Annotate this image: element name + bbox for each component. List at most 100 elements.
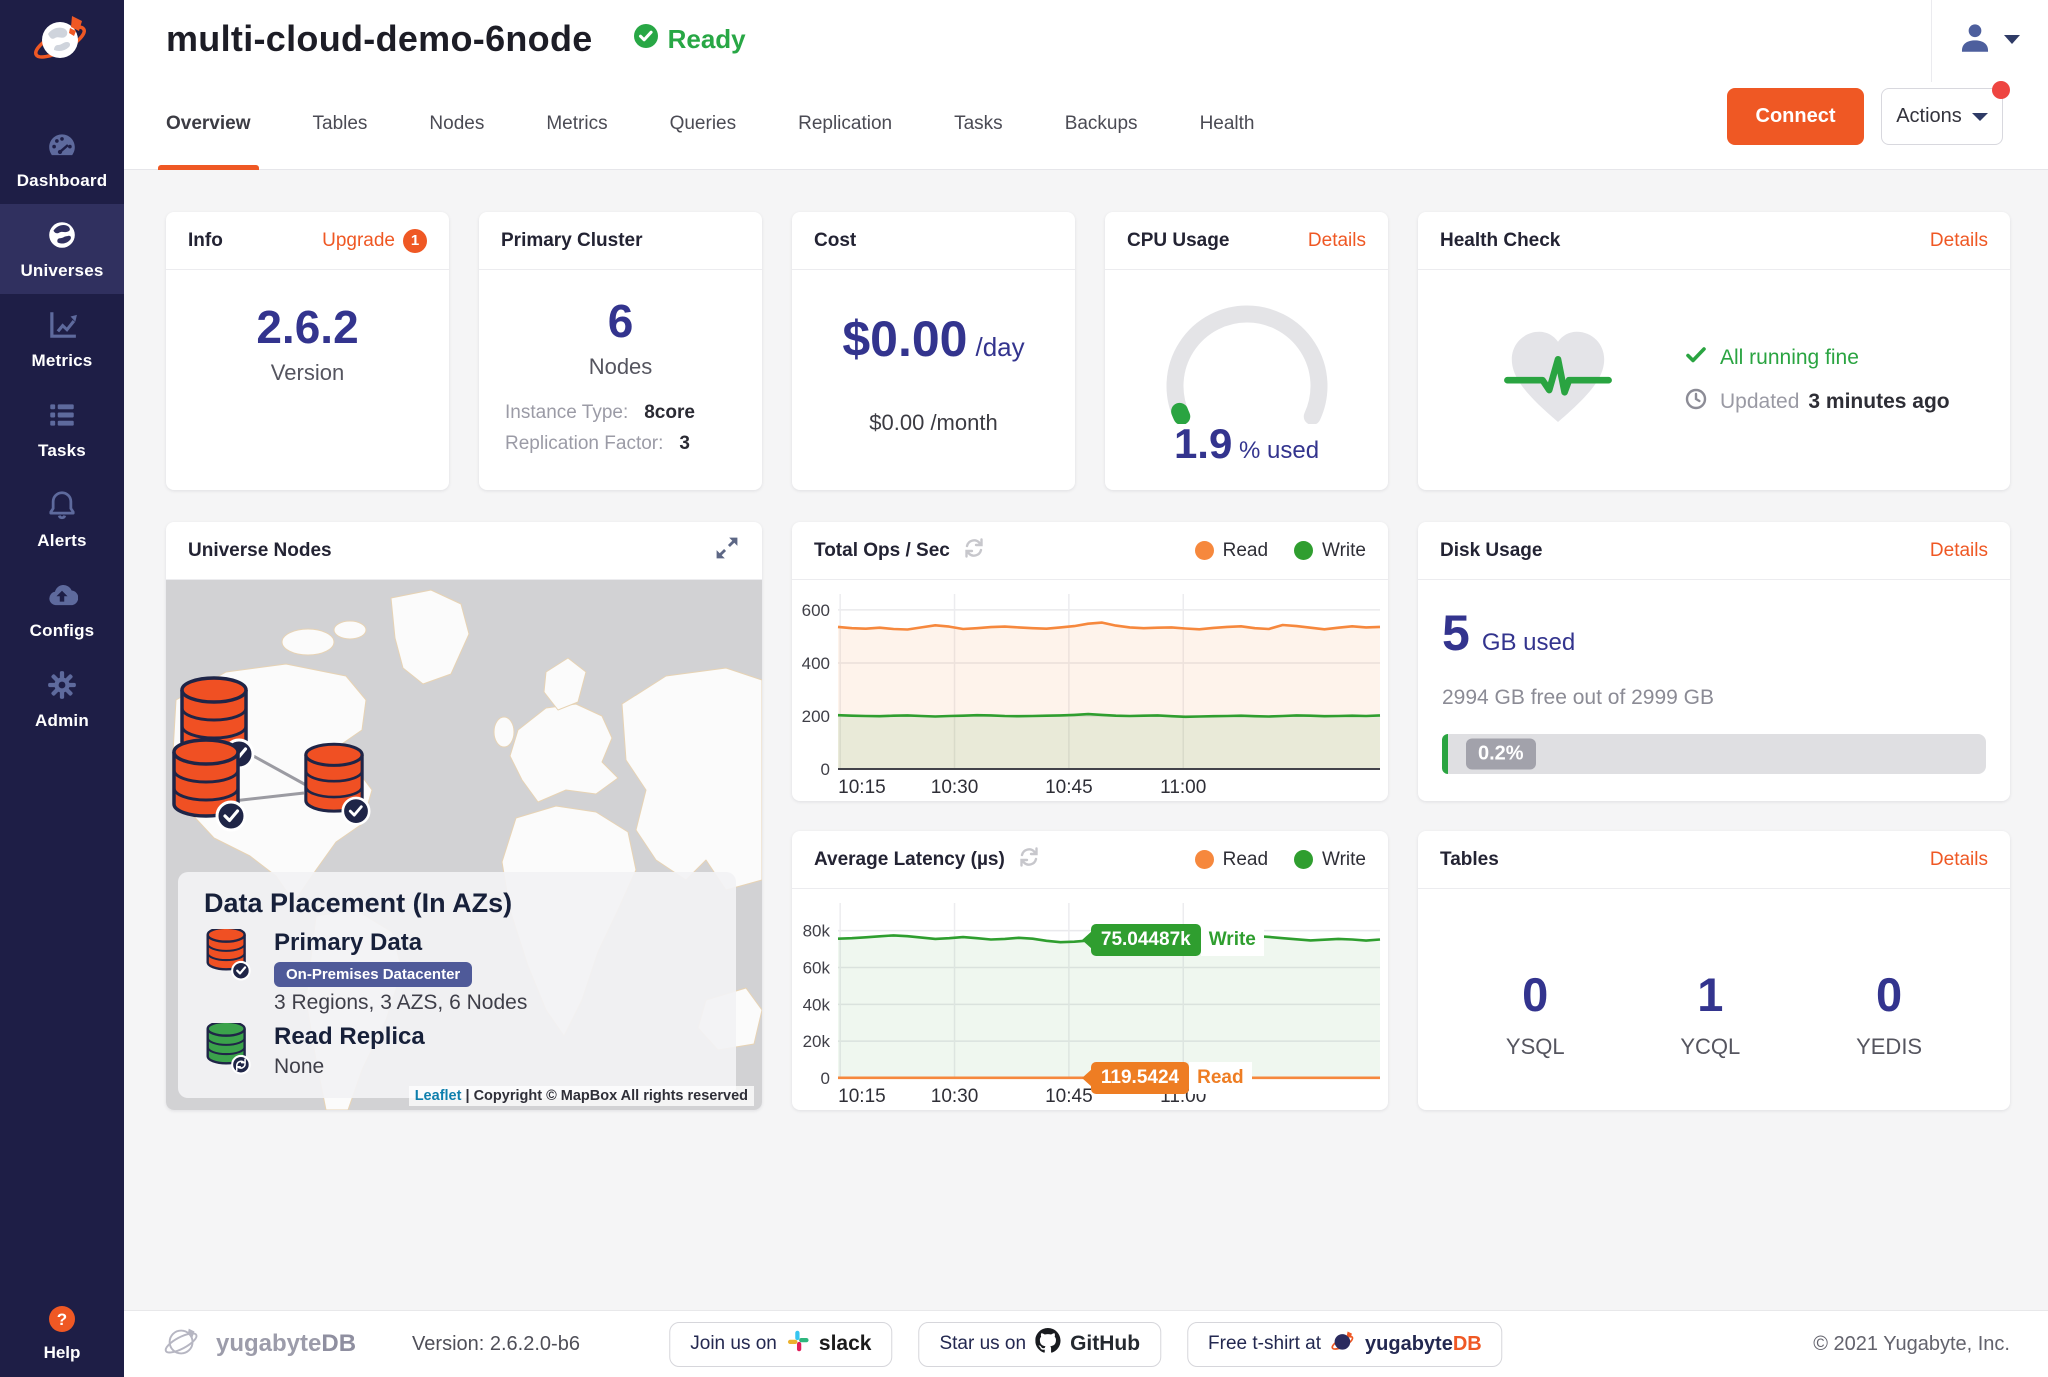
upgrade-link[interactable]: Upgrade 1 <box>322 229 427 253</box>
tab-bar: Overview Tables Nodes Metrics Queries Re… <box>124 78 2048 170</box>
sidebar: Dashboard Universes Metrics <box>0 0 124 1377</box>
sidebar-item-alerts[interactable]: Alerts <box>0 474 124 564</box>
yugabyte-logo-icon[interactable] <box>30 8 94 72</box>
avg-latency-chart-card: Average Latency (µs) Read Write <box>792 831 1388 1110</box>
svg-text:20k: 20k <box>803 1032 831 1051</box>
svg-text:?: ? <box>57 1310 67 1329</box>
cpu-details-link[interactable]: Details <box>1308 230 1366 252</box>
page-title: multi-cloud-demo-6node <box>166 18 593 60</box>
universe-nodes-card: Universe Nodes <box>166 522 762 1110</box>
overview-content: Info Upgrade 1 2.6.2 Version Primary Clu… <box>124 170 2048 1110</box>
svg-text:400: 400 <box>802 654 830 673</box>
expand-icon[interactable] <box>714 535 740 566</box>
clock-icon <box>1685 388 1707 416</box>
user-avatar-icon <box>1958 20 1992 59</box>
refresh-icon[interactable] <box>962 536 986 566</box>
read-replica-row: Read Replica None <box>204 1023 710 1080</box>
ops-plot[interactable]: 020040060010:1510:3010:4511:00 <box>792 586 1388 801</box>
sidebar-item-tasks[interactable]: Tasks <box>0 384 124 474</box>
check-icon <box>1685 344 1707 372</box>
replication-factor-row: Replication Factor: 3 <box>505 433 736 455</box>
sidebar-nav: Dashboard Universes Metrics <box>0 114 124 744</box>
disk-used: 5 GB used <box>1442 604 1986 662</box>
ysql-count: 0 YSQL <box>1506 967 1565 1060</box>
version-label: Version <box>166 360 449 386</box>
sidebar-item-admin[interactable]: Admin <box>0 654 124 744</box>
connect-button[interactable]: Connect <box>1727 88 1864 145</box>
tab-queries[interactable]: Queries <box>670 78 737 170</box>
tab-nodes[interactable]: Nodes <box>429 78 484 170</box>
cost-card: Cost $0.00/day $0.00 /month <box>792 212 1075 490</box>
card-title: Disk Usage <box>1440 540 1542 562</box>
leaflet-link[interactable]: Leaflet <box>415 1088 462 1104</box>
primary-node-marker <box>174 740 245 830</box>
chart-title: Average Latency (µs) <box>814 849 1005 871</box>
svg-text:10:15: 10:15 <box>838 1086 886 1107</box>
github-button[interactable]: Star us on GitHub <box>918 1322 1161 1367</box>
tab-health[interactable]: Health <box>1200 78 1255 170</box>
tables-details-link[interactable]: Details <box>1930 849 1988 871</box>
tab-overview[interactable]: Overview <box>166 78 251 170</box>
tshirt-button[interactable]: Free t-shirt at yugabyteDB <box>1187 1322 1503 1367</box>
sidebar-item-label: Alerts <box>0 531 124 551</box>
svg-text:10:30: 10:30 <box>931 1086 979 1107</box>
tables-card: Tables Details 0 YSQL 1 YCQL 0 <box>1418 831 2010 1110</box>
user-menu[interactable] <box>1931 0 2048 82</box>
cost-per-day: $0.00/day <box>792 310 1075 368</box>
tab-replication[interactable]: Replication <box>798 78 892 170</box>
primary-cluster-card: Primary Cluster 6 Nodes Instance Type: 8… <box>479 212 762 490</box>
tab-backups[interactable]: Backups <box>1065 78 1138 170</box>
sidebar-item-label: Universes <box>0 261 124 281</box>
card-title: Health Check <box>1440 230 1560 252</box>
card-title: Universe Nodes <box>188 540 332 562</box>
upgrade-count-badge: 1 <box>403 229 427 253</box>
cpu-value: 1.9 % used <box>1105 420 1388 468</box>
slack-button[interactable]: Join us on slack <box>669 1322 892 1367</box>
version-value: 2.6.2 <box>166 300 449 354</box>
tab-tables[interactable]: Tables <box>313 78 368 170</box>
nodes-count: 6 <box>479 294 762 348</box>
yugabyte-planet-icon <box>1330 1328 1356 1360</box>
disk-free-text: 2994 GB free out of 2999 GB <box>1442 686 1986 710</box>
help-icon: ? <box>47 1321 77 1338</box>
disk-details-link[interactable]: Details <box>1930 540 1988 562</box>
metrics-icon <box>46 309 78 341</box>
card-title: Cost <box>814 230 856 252</box>
sidebar-item-configs[interactable]: Configs <box>0 564 124 654</box>
status-badge: Ready <box>633 23 746 56</box>
slack-icon <box>786 1329 810 1359</box>
chevron-down-icon <box>2004 35 2020 44</box>
primary-node-marker <box>306 744 369 824</box>
sidebar-item-label: Metrics <box>0 351 124 371</box>
latency-plot[interactable]: 020k40k60k80k10:1510:3010:4511:0075.0448… <box>792 895 1388 1110</box>
instance-type-row: Instance Type: 8core <box>505 402 736 424</box>
sidebar-item-label: Admin <box>0 711 124 731</box>
sidebar-item-universes[interactable]: Universes <box>0 204 124 294</box>
write-legend-dot <box>1294 850 1313 869</box>
alerts-icon <box>46 489 78 521</box>
chart-legend: Read Write <box>1195 540 1366 562</box>
tab-tasks[interactable]: Tasks <box>954 78 1003 170</box>
health-updated-row: Updated 3 minutes ago <box>1685 388 1950 416</box>
total-ops-chart-card: Total Ops / Sec Read Write 02 <box>792 522 1388 801</box>
footer-version: Version: 2.6.2.0-b6 <box>412 1333 580 1356</box>
yedis-count: 0 YEDIS <box>1856 967 1922 1060</box>
tab-metrics[interactable]: Metrics <box>546 78 607 170</box>
health-details-link[interactable]: Details <box>1930 230 1988 252</box>
placement-title: Data Placement (In AZs) <box>204 888 710 919</box>
card-title: Tables <box>1440 849 1499 871</box>
actions-dropdown-button[interactable]: Actions <box>1881 88 2003 145</box>
cpu-usage-card: CPU Usage Details 1.9 % used <box>1105 212 1388 490</box>
svg-text:40k: 40k <box>803 995 831 1014</box>
sidebar-item-metrics[interactable]: Metrics <box>0 294 124 384</box>
github-icon <box>1035 1328 1061 1360</box>
refresh-icon[interactable] <box>1017 845 1041 875</box>
svg-text:600: 600 <box>802 601 830 620</box>
chart-title: Total Ops / Sec <box>814 540 950 562</box>
read-legend-dot <box>1195 541 1214 560</box>
disk-usage-card: Disk Usage Details 5 GB used 2994 GB fre… <box>1418 522 2010 801</box>
chart-annotation: 75.04487kWrite <box>1082 924 1264 956</box>
sidebar-item-dashboard[interactable]: Dashboard <box>0 114 124 204</box>
cost-per-month: $0.00 /month <box>792 410 1075 436</box>
sidebar-item-help[interactable]: ? Help <box>44 1304 81 1363</box>
